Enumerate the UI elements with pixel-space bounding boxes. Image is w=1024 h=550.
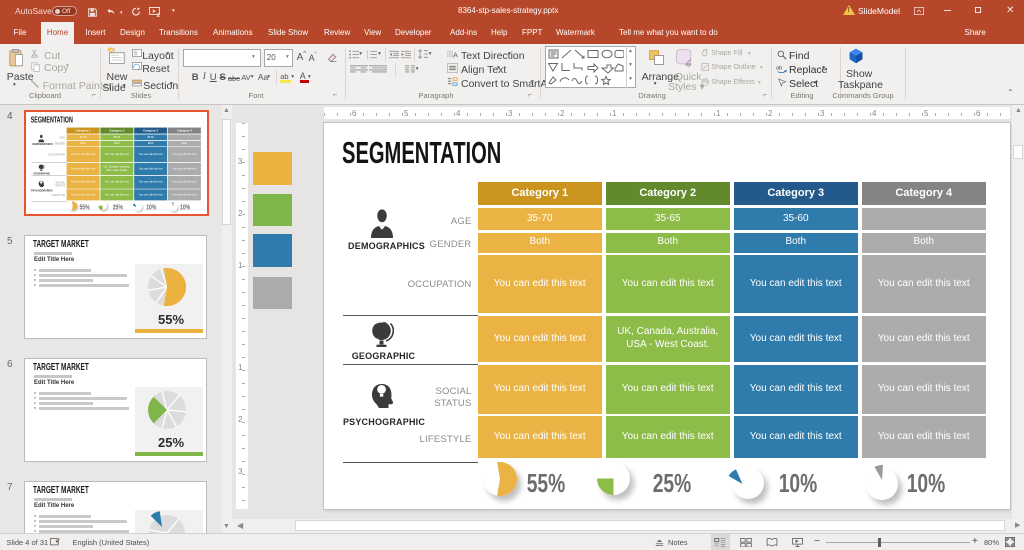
svg-text:3: 3: [367, 56, 368, 59]
svg-text:ab: ab: [776, 66, 782, 72]
svg-text:A: A: [453, 50, 458, 59]
